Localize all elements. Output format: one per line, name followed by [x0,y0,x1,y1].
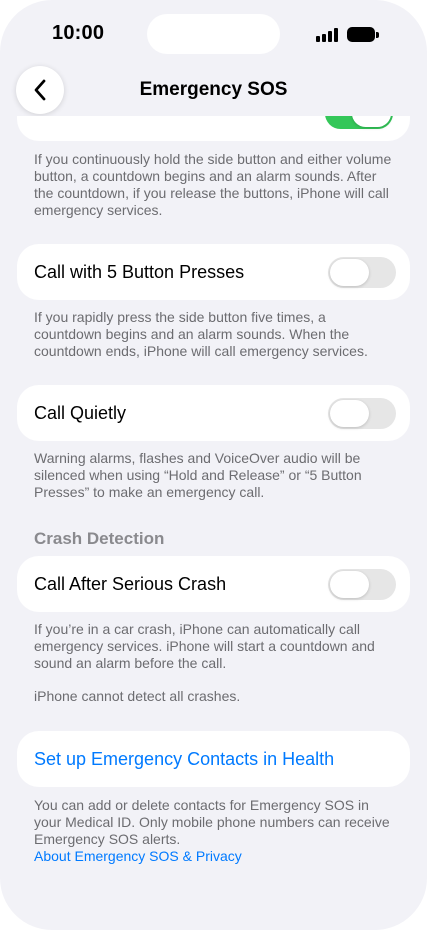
privacy-link[interactable]: About Emergency SOS & Privacy [34,848,394,865]
crash-detection-header: Crash Detection [34,529,165,548]
emergency-contacts-link[interactable]: Set up Emergency Contacts in Health [34,749,334,770]
emergency-contacts-footnote-text: You can add or delete contacts for Emerg… [34,797,390,847]
navigation-bar: Emergency SOS [0,66,427,116]
five-presses-label: Call with 5 Button Presses [34,262,245,282]
crash-detection-footnote: If you’re in a car crash, iPhone can aut… [34,621,375,671]
page-title: Emergency SOS [139,79,288,100]
hold-release-toggle[interactable] [325,116,393,129]
cellular-signal-icon [316,27,340,42]
call-quietly-footnote: Warning alarms, flashes and VoiceOver au… [34,450,362,500]
hold-release-row[interactable] [17,116,410,141]
phone-screen: 10:00 Emergency SOS If you continuously [0,0,427,930]
status-time: 10:00 [52,22,105,44]
battery-icon [347,27,380,42]
status-bar: 10:00 [0,0,427,66]
hold-release-footnote: If you continuously hold the side button… [34,151,392,218]
crash-detection-toggle[interactable] [328,569,396,600]
crash-detection-label: Call After Serious Crash [34,574,227,594]
five-presses-footnote: If you rapidly press the side button fiv… [34,309,368,359]
crash-detection-footnote-2: iPhone cannot detect all crashes. [34,688,241,704]
call-quietly-toggle[interactable] [328,398,396,429]
emergency-contacts-footnote: You can add or delete contacts for Emerg… [34,797,394,865]
call-quietly-row[interactable]: Call Quietly [17,385,410,441]
five-presses-row[interactable]: Call with 5 Button Presses [17,244,410,300]
five-presses-toggle[interactable] [328,257,396,288]
crash-detection-row[interactable]: Call After Serious Crash [17,556,410,612]
settings-list[interactable]: If you continuously hold the side button… [0,116,427,930]
call-quietly-label: Call Quietly [34,403,127,423]
dynamic-island [147,14,280,54]
emergency-contacts-row[interactable]: Set up Emergency Contacts in Health [17,731,410,787]
